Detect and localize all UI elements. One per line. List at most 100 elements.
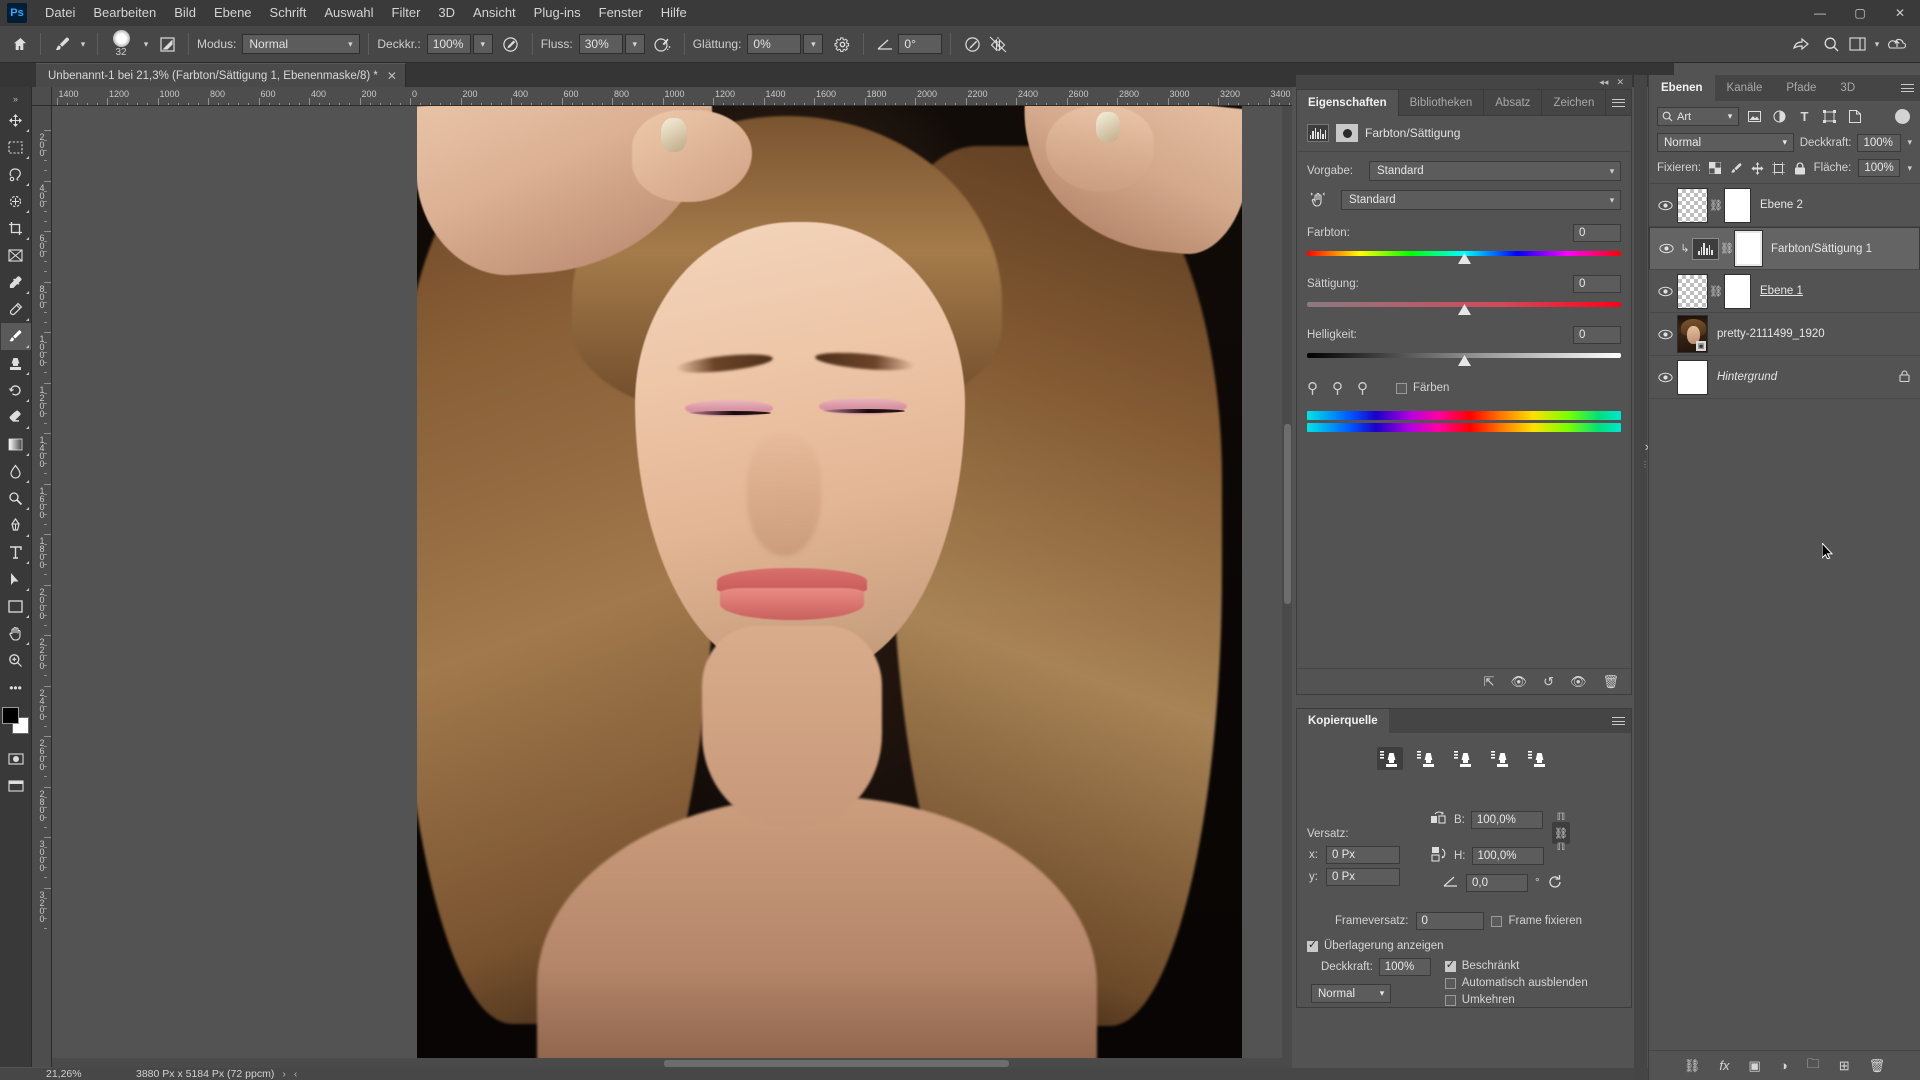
tool-object-selection[interactable] [1,188,31,215]
show-overlay-checkbox[interactable] [1307,938,1318,952]
tool-clone-stamp[interactable] [1,350,31,377]
layer-name[interactable]: Ebene 1 [1760,285,1803,297]
tool-dodge[interactable] [1,485,31,512]
table-row[interactable]: ⛓ Ebene 1 [1649,270,1920,313]
minimize-button[interactable]: — [1800,0,1840,26]
invert-checkbox[interactable] [1444,994,1456,1006]
reset-icon[interactable]: ↺ [1543,674,1554,690]
collapse-panel-icon[interactable]: ◂◂ [1599,77,1608,88]
height-input[interactable]: 100,0% [1471,846,1544,865]
table-row[interactable]: ⛓ Ebene 2 [1649,184,1920,227]
canvas-horizontal-scrollbar[interactable] [52,1058,1292,1068]
eyedropper-add-icon[interactable]: ⚲ [1332,379,1343,397]
menu-item-schrift[interactable]: Schrift [261,0,316,26]
panel-menu-icon[interactable] [1606,90,1631,115]
tab-kanaele[interactable]: Kanäle [1715,75,1775,101]
brush-panel-icon[interactable] [154,31,180,57]
clip-to-layer-icon[interactable]: ⇱ [1484,674,1495,690]
opacity-chevron-icon[interactable]: ▾ [472,34,493,54]
preset-select[interactable]: Standard ▾ [1369,161,1621,181]
hue-input[interactable]: 0 [1573,224,1621,242]
tool-quick-mask[interactable] [1,745,31,772]
zoom-level[interactable]: 21,26% [46,1068,106,1080]
lock-icon[interactable] [1899,369,1910,385]
tool-lasso[interactable] [1,161,31,188]
flip-vertical-icon[interactable] [1430,846,1448,865]
tool-type[interactable] [1,539,31,566]
tablet-pressure-icon[interactable] [959,31,985,57]
invert-row[interactable]: Umkehren [1444,994,1588,1006]
gear-icon[interactable] [829,31,855,57]
layer-thumbnail[interactable] [1677,359,1708,395]
tool-gradient[interactable] [1,431,31,458]
clipped-row[interactable]: Beschränkt [1444,958,1588,972]
scrollbar-thumb[interactable] [1284,424,1291,604]
layer-visibility-icon[interactable] [1653,200,1677,211]
tab-3d[interactable]: 3D [1828,75,1867,101]
close-window-button[interactable]: ✕ [1880,0,1920,26]
layer-mask-thumbnail[interactable] [1724,273,1751,309]
share-icon[interactable] [1788,31,1814,57]
brush-preset-chevron-icon[interactable]: ▾ [75,39,91,50]
menu-item-bild[interactable]: Bild [165,0,205,26]
clone-source-slot-3[interactable] [1451,747,1477,770]
filter-toggle-icon[interactable] [1895,109,1910,124]
flow-input[interactable]: 30% [578,34,623,54]
adjustment-layer-thumbnail[interactable] [1692,237,1719,260]
clipped-checkbox[interactable] [1444,958,1456,972]
tool-rectangle[interactable] [1,593,31,620]
layer-name[interactable]: pretty-2111499_1920 [1717,328,1825,340]
link-mask-icon[interactable]: ⛓ [1708,199,1724,212]
tab-absatz[interactable]: Absatz [1484,90,1543,116]
channel-select[interactable]: Standard ▾ [1341,190,1621,210]
lock-frame-checkbox[interactable] [1490,915,1502,927]
colorize-checkbox[interactable] [1396,382,1407,394]
menu-item-datei[interactable]: Datei [36,0,84,26]
layer-visibility-icon[interactable] [1653,286,1677,297]
symmetry-icon[interactable] [985,31,1011,57]
smart-object-filter-icon[interactable] [1845,107,1864,126]
auto-hide-row[interactable]: Automatisch ausblenden [1444,977,1588,989]
on-image-adjustment-icon[interactable] [1307,190,1329,210]
clone-source-slot-4[interactable] [1488,747,1514,770]
new-layer-icon[interactable]: ⊞ [1839,1058,1850,1074]
link-layers-icon[interactable]: ⛓ [1684,1058,1701,1074]
layer-visibility-icon[interactable] [1653,329,1677,340]
opacity-input[interactable]: 100% [426,34,471,54]
pressure-opacity-icon[interactable] [498,31,524,57]
width-input[interactable]: 100,0% [1470,810,1543,829]
smoothing-chevron-icon[interactable]: ▾ [803,34,824,54]
new-adjustment-layer-icon[interactable]: ◑ [1780,1058,1788,1073]
fill-input[interactable]: 100% [1858,159,1901,177]
fill-chevron-icon[interactable]: ▾ [1907,163,1912,174]
tool-more[interactable]: ••• [1,674,31,701]
tool-zoom[interactable] [1,647,31,674]
lock-all-icon[interactable] [1793,161,1807,176]
frame-offset-input[interactable]: 0 [1415,912,1484,930]
document-tab[interactable]: Unbenannt-1 bei 21,3% (Farbton/Sättigung… [36,63,406,87]
menu-item-auswahl[interactable]: Auswahl [315,0,382,26]
tool-path-selection[interactable] [1,566,31,593]
airbrush-icon[interactable] [650,31,676,57]
toggle-visibility-icon[interactable]: 👁 [1570,674,1587,690]
menu-item-plugins[interactable]: Plug-ins [525,0,590,26]
saturation-slider[interactable] [1307,298,1621,315]
view-previous-state-icon[interactable]: 👁 [1511,674,1528,690]
lock-artboard-icon[interactable] [1771,161,1785,176]
panel-menu-icon[interactable] [1605,709,1631,733]
search-icon[interactable] [1818,31,1844,57]
link-constrain-icon[interactable]: ⛓ [1552,822,1570,844]
cloud-documents-icon[interactable] [1884,31,1910,57]
tab-eigenschaften[interactable]: Eigenschaften [1297,90,1399,116]
tool-screen-mode[interactable] [1,772,31,799]
menu-item-bearbeiten[interactable]: Bearbeiten [84,0,165,26]
layer-opacity-input[interactable]: 100% [1857,133,1902,152]
scrollbar-thumb[interactable] [664,1060,1009,1067]
workspace-switcher-icon[interactable] [1844,31,1870,57]
tab-bibliotheken[interactable]: Bibliotheken [1399,90,1485,116]
offset-y-input[interactable]: 0 Px [1326,868,1400,886]
maximize-button[interactable]: ▢ [1840,0,1880,26]
colorize-checkbox-row[interactable]: Färben [1396,382,1449,394]
status-arrow-right-icon[interactable]: › [282,1068,286,1080]
horizontal-ruler[interactable]: 1400 1200 1000 800 600 400 200 0 200 400 600 800 100… [52,87,1292,106]
